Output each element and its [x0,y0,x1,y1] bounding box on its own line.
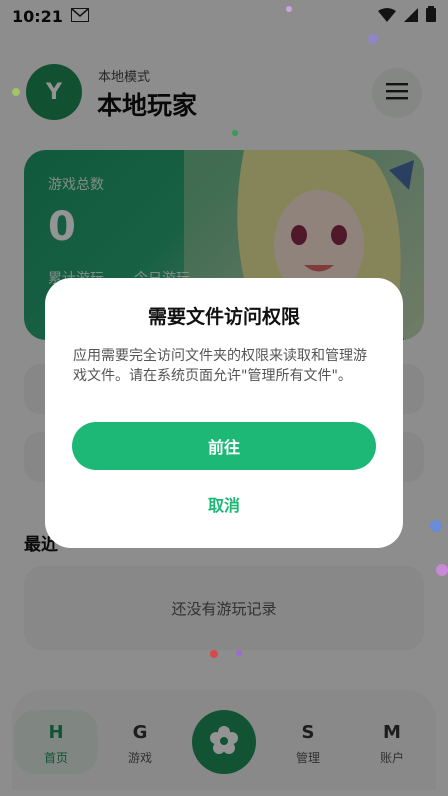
confetti-dot [210,650,218,658]
permission-dialog: 需要文件访问权限 应用需要完全访问文件夹的权限来读取和管理游戏文件。请在系统页面… [45,278,403,548]
dialog-title: 需要文件访问权限 [147,306,300,328]
go-to-settings-button[interactable]: 前往 [72,422,376,470]
dialog-message: 应用需要完全访问文件夹的权限来读取和管理游戏文件。请在系统页面允许"管理所有文件… [73,348,367,384]
confetti-dot [436,564,448,576]
confetti-dot [232,130,238,136]
confetti-dot [12,88,20,96]
confetti-dot [430,520,442,532]
confetti-dot [368,34,378,44]
confetti-dot [236,650,242,656]
confetti-dot [286,6,292,12]
cancel-button[interactable]: 取消 [145,488,303,520]
